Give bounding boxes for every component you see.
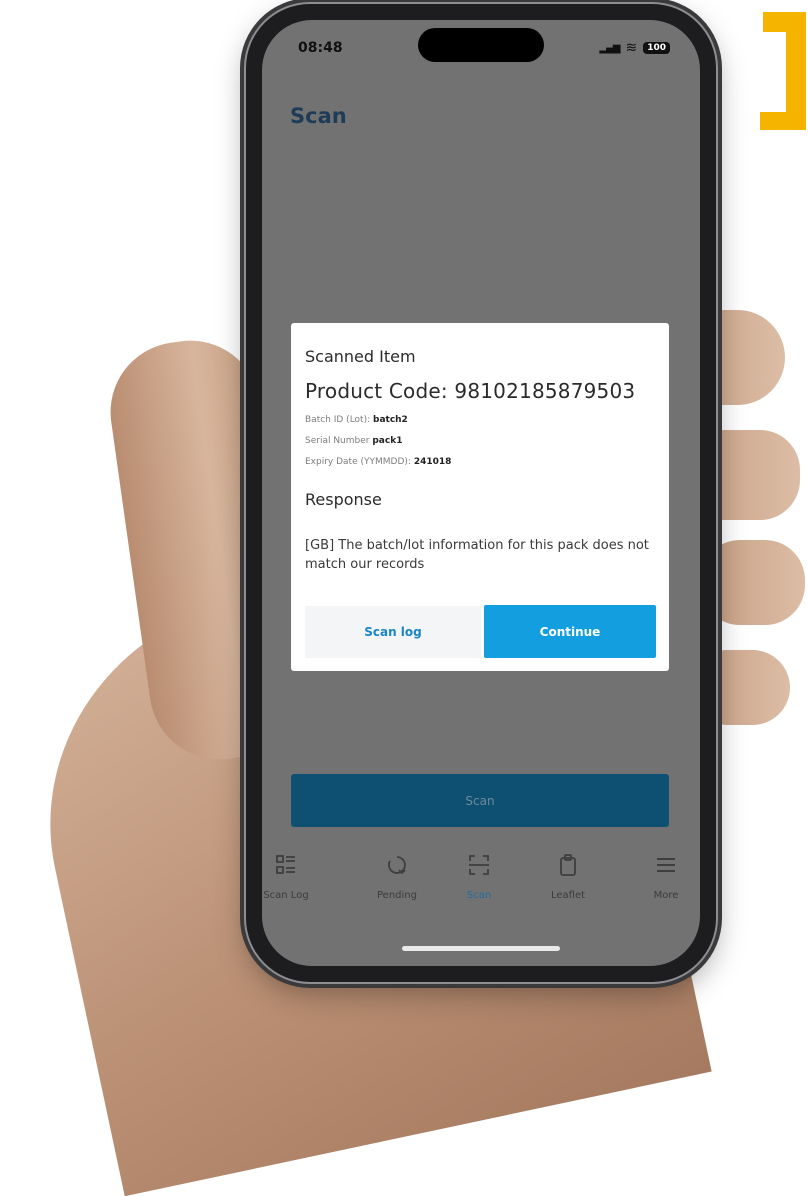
phone-frame: 08:48 ▂▄▆ ≋ 100 Scan Scanned Item Produc…	[246, 4, 716, 982]
status-time: 08:48	[298, 40, 343, 56]
product-code: Product Code: 98102185879503	[305, 379, 636, 403]
scan-log-icon	[275, 850, 297, 880]
expiry-date-row: Expiry Date (YYMMDD): 241018	[305, 457, 451, 467]
phone-screen: 08:48 ▂▄▆ ≋ 100 Scan Scanned Item Produc…	[262, 20, 700, 966]
tab-label: Scan Log	[263, 890, 309, 901]
batch-id-label: Batch ID (Lot):	[305, 415, 371, 425]
tab-scan-log[interactable]: Scan Log	[262, 850, 328, 901]
tab-scan[interactable]: Scan	[437, 850, 521, 901]
response-title: Response	[305, 490, 382, 509]
scan-button[interactable]: Scan	[291, 774, 669, 827]
tab-leaflet[interactable]: Leaflet	[526, 850, 610, 901]
pending-icon	[386, 850, 408, 880]
tab-label: Scan	[466, 890, 492, 901]
tab-pending[interactable]: Pending	[355, 850, 439, 901]
decor-bracket-bottom	[760, 112, 806, 130]
page-title: Scan	[290, 104, 347, 128]
response-message: [GB] The batch/lot information for this …	[305, 538, 649, 572]
tab-more[interactable]: More	[624, 850, 700, 901]
tab-label: More	[653, 890, 679, 901]
tab-label: Pending	[377, 890, 417, 901]
signal-icon: ▂▄▆	[599, 42, 620, 54]
status-icons: ▂▄▆ ≋ 100	[599, 40, 670, 56]
batch-id-value: batch2	[373, 415, 408, 425]
menu-icon	[655, 850, 677, 880]
battery-icon: 100	[643, 42, 670, 54]
tab-label: Leaflet	[550, 890, 586, 901]
dynamic-island	[418, 28, 544, 62]
scan-log-button[interactable]: Scan log	[305, 606, 481, 658]
batch-id-row: Batch ID (Lot): batch2	[305, 415, 408, 425]
expiry-date-label: Expiry Date (YYMMDD):	[305, 457, 411, 467]
expiry-date-value: 241018	[413, 457, 452, 467]
serial-number-label: Serial Number	[305, 436, 370, 446]
scan-icon	[468, 850, 490, 880]
serial-number-value: pack1	[372, 436, 403, 446]
bottom-tab-bar: Scan Log Pending Scan Leaflet More	[262, 850, 700, 920]
continue-button[interactable]: Continue	[484, 605, 656, 658]
home-indicator[interactable]	[402, 946, 560, 951]
scan-result-dialog: Scanned Item Product Code: 9810218587950…	[291, 323, 669, 671]
leaflet-icon	[557, 850, 579, 880]
serial-number-row: Serial Number pack1	[305, 436, 402, 446]
wifi-icon: ≋	[625, 40, 638, 56]
dialog-heading: Scanned Item	[305, 347, 416, 366]
